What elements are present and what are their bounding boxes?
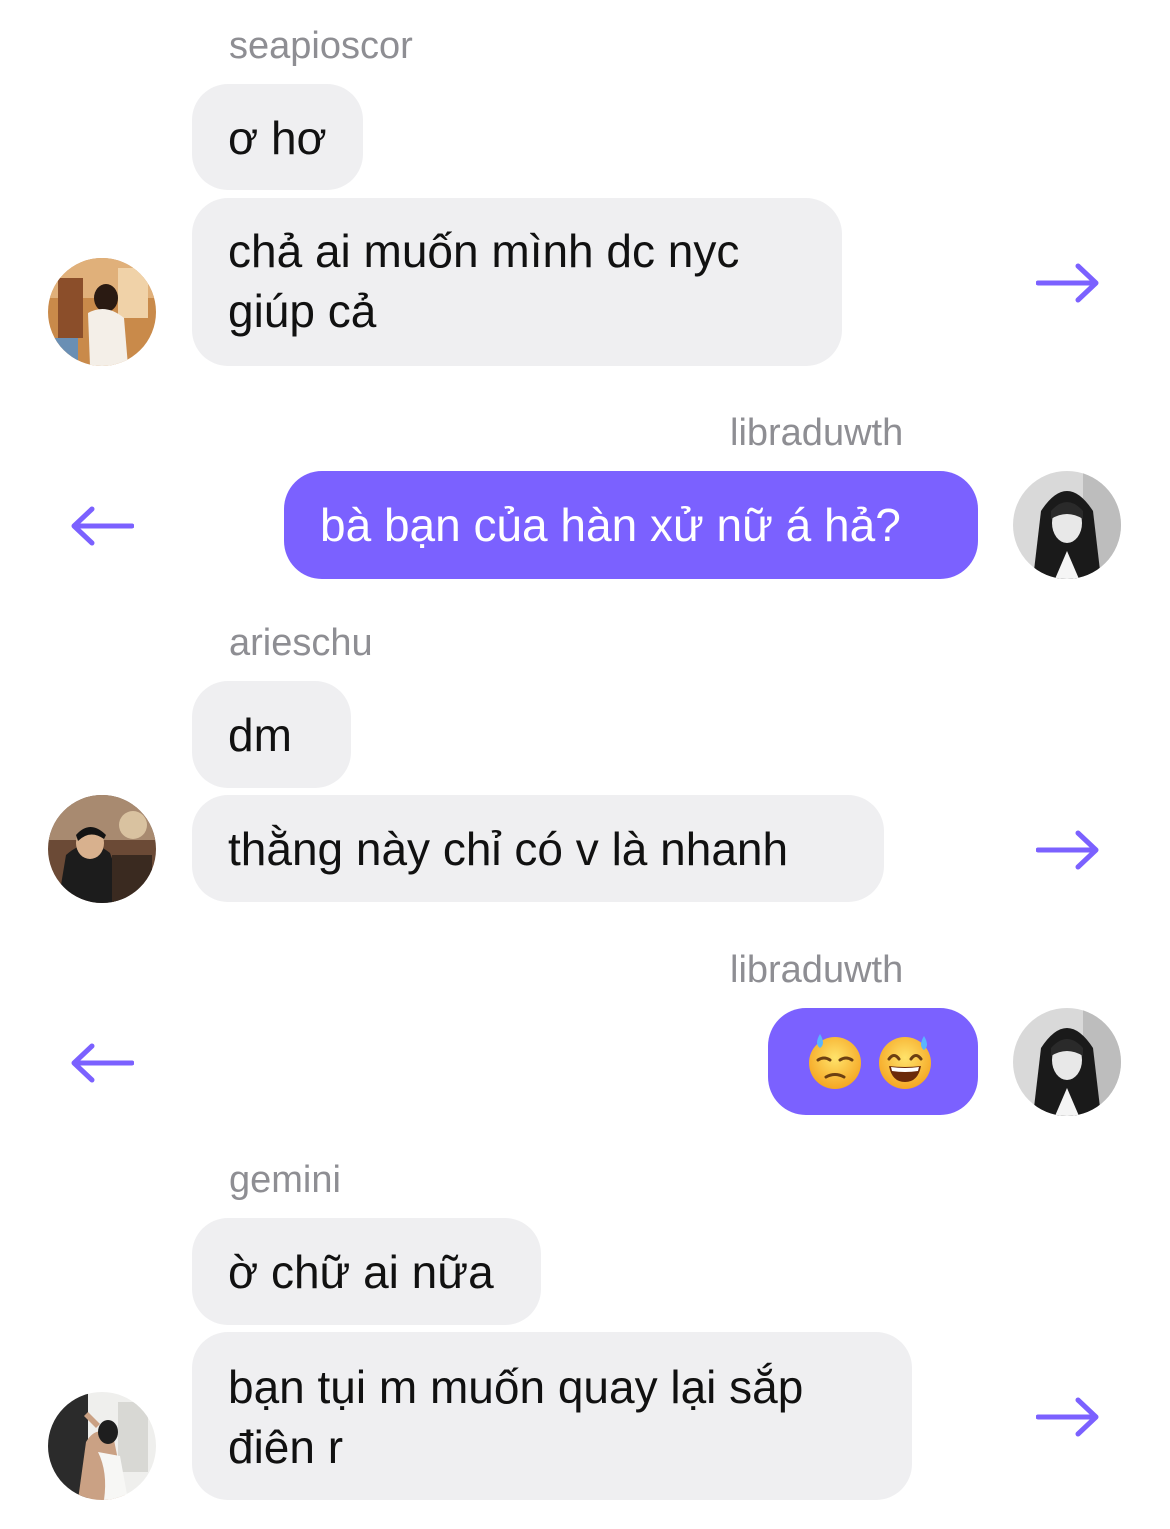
back-arrow-icon[interactable] — [70, 1043, 134, 1083]
message-bubble[interactable]: chả ai muốn mình dc nyc giúp cả — [192, 198, 842, 366]
forward-arrow-icon[interactable] — [1036, 263, 1100, 303]
sender-name: libraduwth — [730, 949, 904, 991]
sender-name: libraduwth — [730, 412, 904, 454]
avatar[interactable] — [48, 1392, 156, 1500]
avatar[interactable] — [48, 795, 156, 903]
emoji-message-bubble[interactable] — [768, 1008, 978, 1115]
message-bubble[interactable]: thằng này chỉ có v là nhanh — [192, 795, 884, 902]
forward-arrow-icon[interactable] — [1036, 1397, 1100, 1437]
back-arrow-icon[interactable] — [70, 506, 134, 546]
message-bubble[interactable]: ờ chữ ai nữa — [192, 1218, 541, 1325]
message-bubble[interactable]: ơ hơ — [192, 84, 363, 190]
downcast-face-with-sweat-icon — [806, 1032, 864, 1090]
message-bubble[interactable]: bà bạn của hàn xử nữ á hả? — [284, 471, 978, 579]
sender-name: seapioscor — [229, 25, 413, 67]
forward-arrow-icon[interactable] — [1036, 830, 1100, 870]
sender-name: gemini — [229, 1159, 341, 1201]
avatar[interactable] — [1013, 471, 1121, 579]
message-bubble[interactable]: dm — [192, 681, 351, 788]
avatar[interactable] — [1013, 1008, 1121, 1116]
grinning-face-with-sweat-icon — [876, 1032, 934, 1090]
sender-name: arieschu — [229, 622, 373, 664]
avatar[interactable] — [48, 258, 156, 366]
message-bubble[interactable]: bạn tụi m muốn quay lại sắp điên r — [192, 1332, 912, 1500]
